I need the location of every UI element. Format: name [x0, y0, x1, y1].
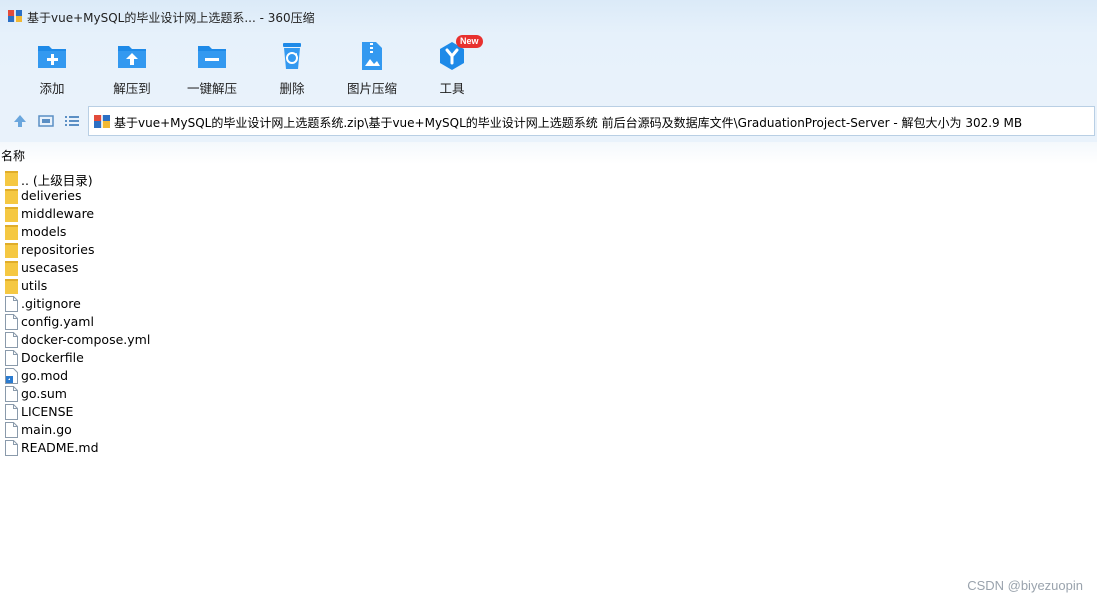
- file-row[interactable]: README.md: [0, 439, 400, 457]
- add-button[interactable]: 添加: [12, 38, 92, 98]
- folder-icon: [5, 261, 18, 276]
- file-row[interactable]: .gitignore: [0, 295, 400, 313]
- folder-add-icon: [38, 46, 66, 68]
- item-name: .gitignore: [21, 296, 81, 311]
- file-icon: [5, 314, 18, 330]
- column-name-header[interactable]: 名称: [1, 147, 25, 164]
- folder-row[interactable]: models: [0, 223, 400, 241]
- item-name: config.yaml: [21, 314, 94, 329]
- add-label: 添加: [39, 81, 65, 96]
- file-row[interactable]: go.mod: [0, 367, 400, 385]
- up-arrow-icon[interactable]: [12, 113, 28, 129]
- file-row[interactable]: LICENSE: [0, 403, 400, 421]
- folder-icon: [5, 225, 18, 240]
- item-name: models: [21, 224, 67, 239]
- recycle-bin-icon: [283, 43, 301, 69]
- file-icon: [5, 332, 18, 348]
- file-row[interactable]: main.go: [0, 421, 400, 439]
- folder-icon: [5, 279, 18, 294]
- file-row[interactable]: Dockerfile: [0, 349, 400, 367]
- new-badge: New: [456, 35, 483, 48]
- delete-label: 删除: [279, 81, 305, 96]
- zip-archive-icon: [94, 115, 110, 128]
- list-view-icon[interactable]: [64, 113, 80, 129]
- extract-to-button[interactable]: 解压到: [92, 38, 172, 98]
- delete-button[interactable]: 删除: [252, 38, 332, 98]
- file-icon: [5, 386, 18, 402]
- folder-extract-icon: [118, 46, 146, 68]
- image-compress-icon: [362, 42, 382, 70]
- item-name: go.mod: [21, 368, 69, 383]
- address-bar[interactable]: 基于vue+MySQL的毕业设计网上选题系统.zip\基于vue+MySQL的毕…: [88, 106, 1095, 136]
- file-icon: [5, 404, 18, 420]
- file-icon: [5, 296, 18, 312]
- tools-label: 工具: [439, 81, 465, 96]
- file-list: .. (上级目录) deliveries middleware models repos…: [0, 169, 400, 457]
- folder-row[interactable]: .. (上级目录): [0, 169, 400, 188]
- folder-row[interactable]: repositories: [0, 241, 400, 259]
- item-name: utils: [21, 278, 48, 293]
- tools-button[interactable]: New 工具: [412, 35, 492, 98]
- title-bar: 基于vue+MySQL的毕业设计网上选题系... - 360压缩: [0, 0, 1097, 34]
- item-name: deliveries: [21, 188, 82, 203]
- list-header: 名称: [0, 142, 1097, 164]
- file-row[interactable]: docker-compose.yml: [0, 331, 400, 349]
- folder-minus-icon: [198, 46, 226, 68]
- one-click-extract-button[interactable]: 一键解压: [172, 38, 252, 98]
- item-name: repositories: [21, 242, 95, 257]
- address-row: 基于vue+MySQL的毕业设计网上选题系统.zip\基于vue+MySQL的毕…: [0, 100, 1097, 142]
- address-path: 基于vue+MySQL的毕业设计网上选题系统.zip\基于vue+MySQL的毕…: [114, 116, 1023, 130]
- archive-app-icon: [8, 10, 22, 22]
- item-name: usecases: [21, 260, 79, 275]
- file-row[interactable]: go.sum: [0, 385, 400, 403]
- item-name: docker-compose.yml: [21, 332, 151, 347]
- folder-row[interactable]: deliveries: [0, 187, 400, 205]
- folder-row[interactable]: utils: [0, 277, 400, 295]
- file-icon: [5, 440, 18, 456]
- one-click-extract-label: 一键解压: [186, 81, 237, 96]
- file-link-icon: [5, 368, 18, 384]
- item-name: middleware: [21, 206, 95, 221]
- item-name: go.sum: [21, 386, 67, 401]
- thumbnail-view-icon[interactable]: [38, 113, 54, 129]
- file-row[interactable]: config.yaml: [0, 313, 400, 331]
- window-title: 基于vue+MySQL的毕业设计网上选题系... - 360压缩: [27, 11, 315, 25]
- folder-icon: [5, 207, 18, 222]
- image-compress-label: 图片压缩: [346, 81, 397, 96]
- folder-icon: [5, 189, 18, 204]
- item-name: README.md: [21, 440, 99, 455]
- folder-icon: [5, 171, 18, 186]
- item-name: Dockerfile: [21, 350, 84, 365]
- image-compress-button[interactable]: 图片压缩: [332, 38, 412, 98]
- watermark: CSDN @biyezuopin: [967, 578, 1083, 593]
- file-icon: [5, 350, 18, 366]
- folder-icon: [5, 243, 18, 258]
- extract-to-label: 解压到: [113, 81, 151, 96]
- item-name: main.go: [21, 422, 72, 437]
- file-icon: [5, 422, 18, 438]
- folder-row[interactable]: usecases: [0, 259, 400, 277]
- toolbar: 添加 解压到 一键解压 删除 图片压缩 New 工具: [0, 34, 1097, 100]
- folder-row[interactable]: middleware: [0, 205, 400, 223]
- item-name: LICENSE: [21, 404, 74, 419]
